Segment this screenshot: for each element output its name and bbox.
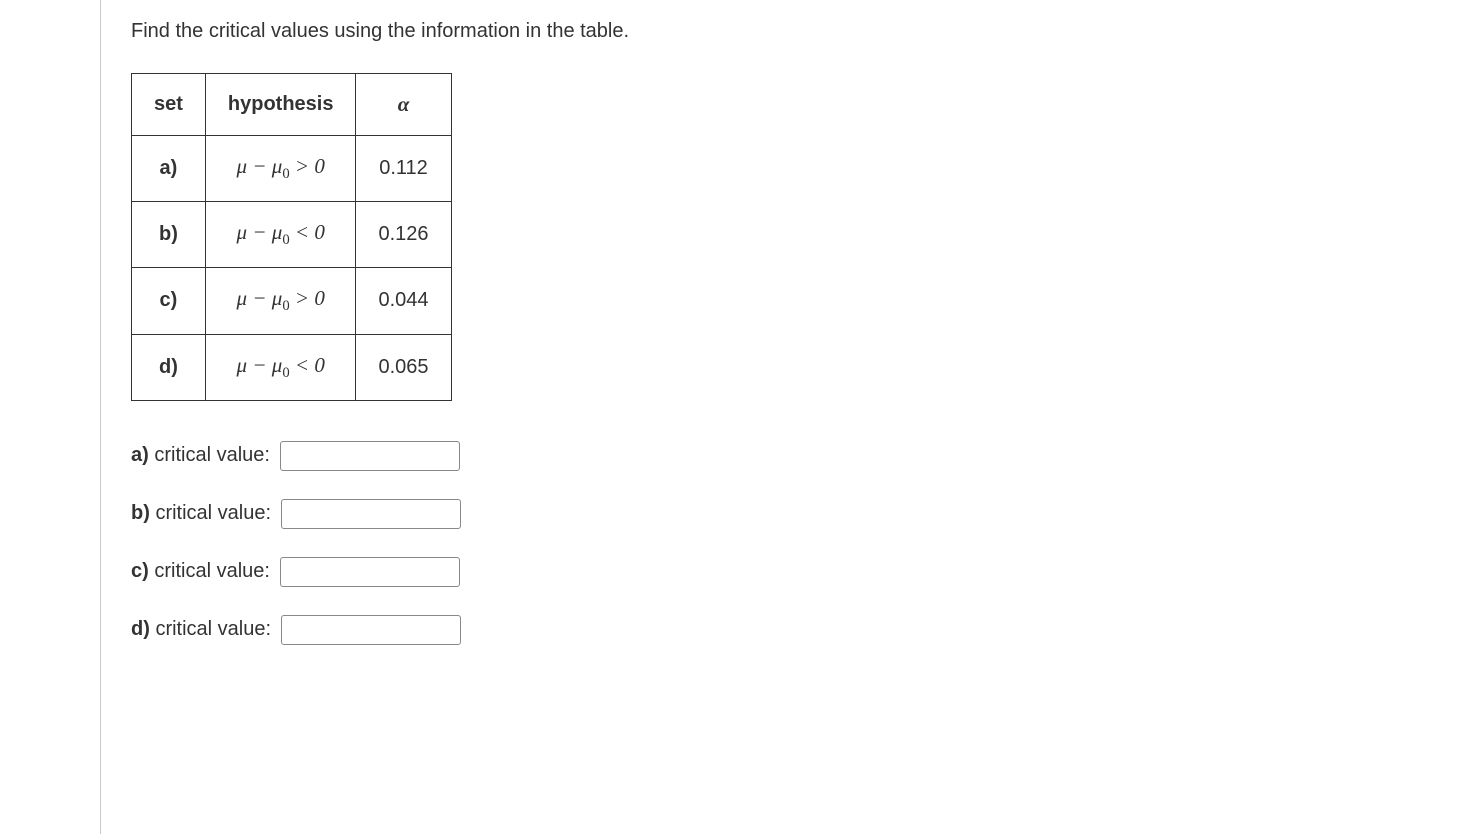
critical-value-input-a[interactable]: [280, 441, 460, 471]
answer-label: d) critical value:: [131, 618, 271, 641]
answer-row-d: d) critical value:: [131, 615, 1448, 645]
table-row: d) μ − μ0 < 0 0.065: [132, 334, 452, 400]
cell-set: a): [132, 136, 206, 202]
cell-alpha: 0.126: [356, 202, 451, 268]
critical-value-input-d[interactable]: [281, 615, 461, 645]
critical-value-input-b[interactable]: [281, 499, 461, 529]
cell-alpha: 0.044: [356, 268, 451, 334]
answer-row-a: a) critical value:: [131, 441, 1448, 471]
table-row: b) μ − μ0 < 0 0.126: [132, 202, 452, 268]
cell-hypothesis: μ − μ0 > 0: [205, 268, 356, 334]
cell-alpha: 0.112: [356, 136, 451, 202]
cell-hypothesis: μ − μ0 > 0: [205, 136, 356, 202]
header-hypothesis: hypothesis: [205, 74, 356, 136]
critical-value-input-c[interactable]: [280, 557, 460, 587]
table-row: a) μ − μ0 > 0 0.112: [132, 136, 452, 202]
answer-row-c: c) critical value:: [131, 557, 1448, 587]
cell-set: c): [132, 268, 206, 334]
header-set: set: [132, 74, 206, 136]
question-prompt: Find the critical values using the infor…: [131, 20, 1448, 43]
question-container: Find the critical values using the infor…: [100, 0, 1478, 834]
cell-set: d): [132, 334, 206, 400]
cell-alpha: 0.065: [356, 334, 451, 400]
answer-label: c) critical value:: [131, 560, 270, 583]
cell-hypothesis: μ − μ0 < 0: [205, 202, 356, 268]
cell-set: b): [132, 202, 206, 268]
table-row: c) μ − μ0 > 0 0.044: [132, 268, 452, 334]
answer-row-b: b) critical value:: [131, 499, 1448, 529]
answer-label: a) critical value:: [131, 444, 270, 467]
table-header-row: set hypothesis α: [132, 74, 452, 136]
cell-hypothesis: μ − μ0 < 0: [205, 334, 356, 400]
hypothesis-table: set hypothesis α a) μ − μ0 > 0 0.112 b) …: [131, 73, 452, 401]
header-alpha: α: [356, 74, 451, 136]
answer-label: b) critical value:: [131, 502, 271, 525]
